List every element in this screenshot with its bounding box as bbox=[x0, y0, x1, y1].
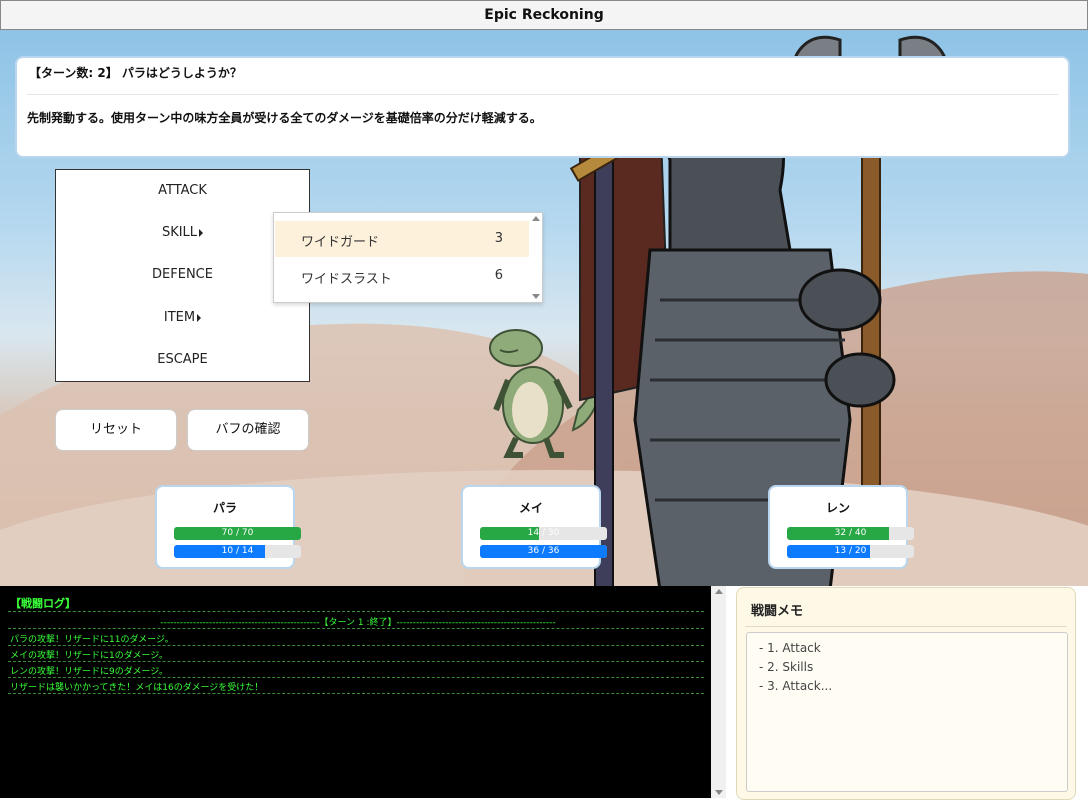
hp-bar: 70 / 70 bbox=[174, 527, 301, 540]
skill-command[interactable]: SKILL bbox=[56, 225, 309, 240]
log-message: レンの攻撃！リザードに9のダメージ。 bbox=[10, 667, 169, 677]
scroll-down-arrow-icon[interactable] bbox=[715, 790, 723, 795]
log-message: メイの攻撃！リザードに1のダメージ。 bbox=[10, 651, 169, 661]
scroll-up-arrow-icon[interactable] bbox=[715, 589, 723, 594]
battle-log[interactable]: 【戦闘ログ】 ---------------------------------… bbox=[0, 586, 711, 798]
battle-log-title: 【戦闘ログ】 bbox=[10, 597, 76, 610]
mp-bar: 36 / 36 bbox=[480, 545, 607, 558]
mp-bar: 13 / 20 bbox=[787, 545, 914, 558]
battle-memo-panel: 戦闘メモ - 1. Attack - 2. Skills - 3. Attack… bbox=[736, 587, 1076, 800]
hp-bar: 32 / 40 bbox=[787, 527, 914, 540]
defence-command[interactable]: DEFENCE bbox=[56, 267, 309, 282]
reset-button[interactable]: リセット bbox=[55, 409, 177, 451]
memo-line: - 1. Attack bbox=[759, 641, 821, 655]
skill-prompt-panel: 【ターン数: 2】 パラはどうしようか？ 先制発動する。使用ターン中の味方全員が… bbox=[15, 56, 1070, 158]
escape-command[interactable]: ESCAPE bbox=[56, 352, 309, 367]
log-message: リザードは襲いかかってきた！メイは16のダメージを受けた！ bbox=[10, 683, 264, 693]
skill-option-wide-guard[interactable]: ワイドガード 3 bbox=[275, 221, 529, 257]
memo-line: - 3. Attack... bbox=[759, 679, 833, 693]
submenu-arrow-icon bbox=[199, 228, 204, 237]
attack-command[interactable]: ATTACK bbox=[56, 183, 309, 198]
divider bbox=[8, 611, 704, 612]
party-card-mei: メイ 14 / 30 36 / 36 bbox=[461, 485, 607, 569]
memo-title: 戦闘メモ bbox=[751, 604, 804, 619]
party-card-ren: レン 32 / 40 13 / 20 bbox=[768, 485, 914, 569]
submenu-arrow-icon bbox=[197, 313, 202, 322]
battle-scene: 【ターン数: 2】 パラはどうしようか？ 先制発動する。使用ターン中の味方全員が… bbox=[0, 30, 1088, 586]
skill-option-wide-thrust[interactable]: ワイドスラスト 6 bbox=[275, 258, 529, 294]
divider bbox=[27, 94, 1058, 95]
scroll-down-arrow-icon[interactable] bbox=[532, 294, 540, 299]
divider bbox=[8, 645, 704, 646]
hp-bar: 14 / 30 bbox=[480, 527, 607, 540]
buff-check-button[interactable]: バフの確認 bbox=[187, 409, 309, 451]
log-scrollbar[interactable] bbox=[711, 586, 726, 798]
divider bbox=[8, 693, 704, 694]
divider bbox=[745, 626, 1067, 627]
memo-line: - 2. Skills bbox=[759, 660, 814, 674]
item-command[interactable]: ITEM bbox=[56, 310, 309, 325]
scroll-up-arrow-icon[interactable] bbox=[532, 216, 540, 221]
skill-description: 先制発動する。使用ターン中の味方全員が受ける全てのダメージを基礎倍率の分だけ軽減… bbox=[27, 111, 542, 125]
memo-textarea[interactable]: - 1. Attack - 2. Skills - 3. Attack... bbox=[746, 632, 1068, 792]
turn-prompt-header: 【ターン数: 2】 パラはどうしようか？ bbox=[29, 66, 242, 80]
mp-bar: 10 / 14 bbox=[174, 545, 301, 558]
divider bbox=[8, 628, 704, 629]
window-title: Epic Reckoning bbox=[0, 0, 1088, 30]
party-card-para: パラ 70 / 70 10 / 14 bbox=[155, 485, 301, 569]
log-message: パラの攻撃！リザードに11のダメージ。 bbox=[10, 635, 174, 645]
divider bbox=[8, 661, 704, 662]
skill-submenu: ワイドガード 3 ワイドスラスト 6 bbox=[273, 212, 543, 303]
divider bbox=[8, 677, 704, 678]
command-menu: ATTACK SKILL DEFENCE ITEM ESCAPE bbox=[55, 169, 310, 382]
turn-marker: ----------------------------------------… bbox=[160, 618, 556, 628]
